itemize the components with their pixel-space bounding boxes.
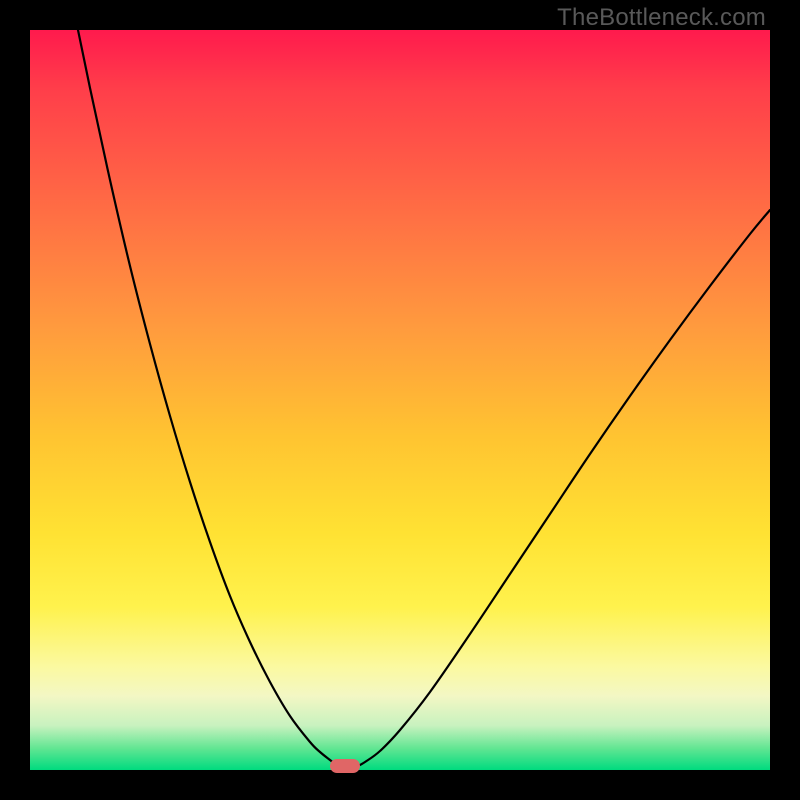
chart-frame: [30, 30, 770, 770]
watermark-text: TheBottleneck.com: [557, 4, 766, 32]
minimum-marker: [330, 759, 360, 773]
chart-gradient-background: [30, 30, 770, 770]
